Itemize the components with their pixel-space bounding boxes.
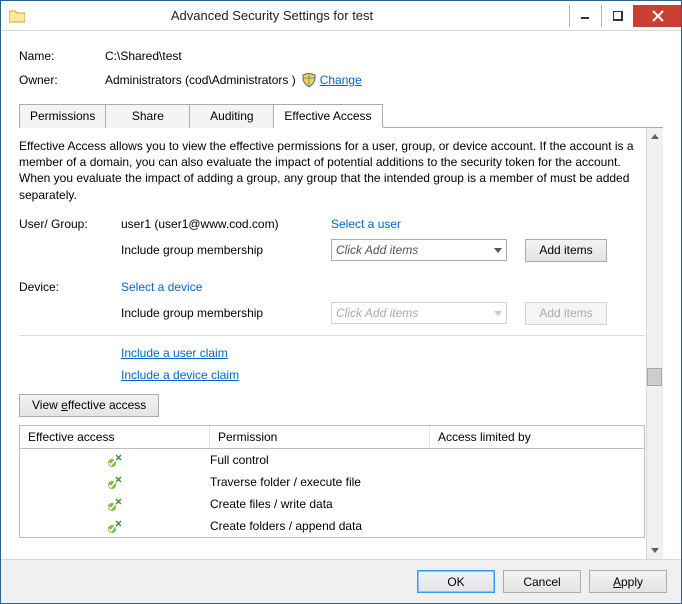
description-text: Effective Access allows you to view the …: [19, 138, 645, 203]
col-effective-access[interactable]: Effective access: [20, 426, 210, 448]
table-row: Create files / write data: [20, 493, 644, 515]
window-controls: [569, 5, 681, 27]
allow-icon: [107, 496, 123, 512]
chevron-down-icon: [494, 306, 502, 320]
allow-icon: [107, 452, 123, 468]
chevron-down-icon: [494, 243, 502, 257]
view-effective-access-label: View effective access: [32, 398, 146, 412]
apply-button[interactable]: Apply: [589, 570, 667, 593]
tab-share[interactable]: Share: [106, 104, 190, 128]
security-settings-window: Advanced Security Settings for test Name…: [0, 0, 682, 604]
device-label: Device:: [19, 280, 121, 294]
maximize-button[interactable]: [601, 5, 633, 27]
results-header: Effective access Permission Access limit…: [19, 425, 645, 449]
col-permission[interactable]: Permission: [210, 426, 430, 448]
permission-cell: Traverse folder / execute file: [210, 475, 430, 489]
user-group-select-text: Click Add items: [336, 243, 418, 257]
select-device-link[interactable]: Select a device: [121, 280, 202, 294]
separator: [19, 335, 645, 336]
tab-auditing[interactable]: Auditing: [190, 104, 274, 128]
table-row: Traverse folder / execute file: [20, 471, 644, 493]
cancel-button[interactable]: Cancel: [503, 570, 581, 593]
permission-cell: Create folders / append data: [210, 519, 430, 533]
user-group-select[interactable]: Click Add items: [331, 239, 507, 261]
close-button[interactable]: [633, 5, 681, 27]
change-owner-link[interactable]: Change: [320, 73, 362, 87]
allow-icon: [107, 474, 123, 490]
user-include-membership-label: Include group membership: [121, 243, 331, 257]
tab-effective-access[interactable]: Effective Access: [274, 104, 382, 128]
add-items-user-button[interactable]: Add items: [525, 239, 607, 262]
user-group-label: User/ Group:: [19, 217, 121, 231]
col-access-limited-by[interactable]: Access limited by: [430, 426, 644, 448]
scroll-up-arrow-icon[interactable]: [648, 128, 663, 145]
tabstrip: Permissions Share Auditing Effective Acc…: [19, 103, 663, 128]
user-group-row: User/ Group: user1 (user1@www.cod.com) S…: [19, 217, 645, 231]
table-row: Create folders / append data: [20, 515, 644, 537]
select-user-link[interactable]: Select a user: [331, 217, 401, 231]
name-value: C:\Shared\test: [105, 49, 182, 63]
dialog-footer: OK Cancel Apply: [1, 559, 681, 603]
user-group-include-row: Include group membership Click Add items…: [19, 239, 645, 262]
scroll-thumb[interactable]: [647, 368, 662, 386]
shield-icon: [302, 73, 316, 87]
permission-cell: Create files / write data: [210, 497, 430, 511]
minimize-button[interactable]: [569, 5, 601, 27]
titlebar: Advanced Security Settings for test: [1, 1, 681, 31]
tab-permissions[interactable]: Permissions: [19, 104, 106, 128]
allow-icon: [107, 518, 123, 534]
device-include-row: Include group membership Click Add items…: [19, 302, 645, 325]
tab-panel: Effective Access allows you to view the …: [19, 128, 663, 559]
device-include-membership-label: Include group membership: [121, 306, 331, 320]
owner-row: Owner: Administrators (cod\Administrator…: [19, 73, 663, 87]
name-label: Name:: [19, 49, 105, 63]
results-body: Full control Traverse folder / execute f…: [19, 449, 645, 538]
window-title: Advanced Security Settings for test: [35, 8, 569, 23]
permission-cell: Full control: [210, 453, 430, 467]
ok-button[interactable]: OK: [417, 570, 495, 593]
view-effective-access-button[interactable]: View effective access: [19, 394, 159, 417]
owner-label: Owner:: [19, 73, 105, 87]
name-row: Name: C:\Shared\test: [19, 49, 663, 63]
owner-value: Administrators (cod\Administrators ): [105, 73, 296, 87]
vertical-scrollbar[interactable]: [646, 128, 663, 559]
user-group-value: user1 (user1@www.cod.com): [121, 217, 331, 231]
device-group-select: Click Add items: [331, 302, 507, 324]
device-row: Device: Select a device: [19, 280, 645, 294]
device-group-select-text: Click Add items: [336, 306, 418, 320]
include-user-claim-link[interactable]: Include a user claim: [121, 346, 228, 360]
scroll-down-arrow-icon[interactable]: [648, 542, 663, 559]
content-area: Name: C:\Shared\test Owner: Administrato…: [1, 31, 681, 559]
folder-icon: [9, 9, 25, 23]
add-items-device-button: Add items: [525, 302, 607, 325]
table-row: Full control: [20, 449, 644, 471]
include-device-claim-link[interactable]: Include a device claim: [121, 368, 239, 382]
include-user-claim-row: Include a user claim: [19, 346, 645, 360]
include-device-claim-row: Include a device claim: [19, 368, 645, 382]
